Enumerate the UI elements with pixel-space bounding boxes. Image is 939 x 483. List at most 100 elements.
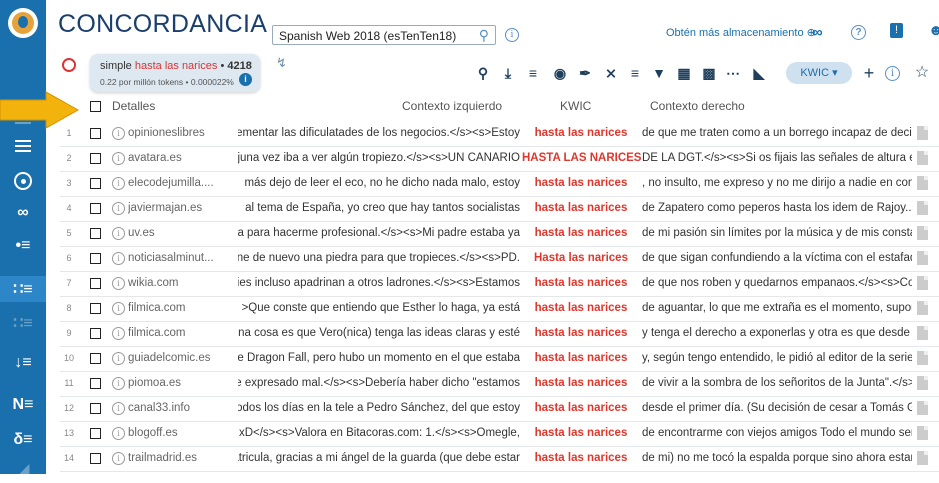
row-info-icon[interactable]: i: [112, 352, 125, 365]
corpus-selector[interactable]: Spanish Web 2018 (esTenTen18) ⚲: [272, 25, 496, 45]
add-icon[interactable]: +: [860, 62, 878, 84]
kwic-match[interactable]: hasta las narices: [522, 352, 640, 364]
keywords-icon[interactable]: δ≡: [0, 427, 46, 453]
filter-icon[interactable]: ▼: [650, 62, 668, 84]
search-icon[interactable]: ⚲: [479, 25, 489, 45]
pin-icon[interactable]: ✒: [576, 62, 594, 84]
help-icon[interactable]: ?: [851, 25, 866, 40]
feedback-icon[interactable]: !: [890, 23, 903, 38]
frequency-icon[interactable]: ◣: [750, 62, 768, 84]
row-checkbox[interactable]: [90, 203, 101, 214]
eye-icon[interactable]: ◉: [551, 62, 569, 84]
kwic-match[interactable]: hasta las narices: [522, 327, 640, 339]
row-checkbox[interactable]: [90, 378, 101, 389]
kwic-match[interactable]: hasta las narices: [522, 177, 640, 189]
row-checkbox[interactable]: [90, 403, 101, 414]
gdex-icon[interactable]: ▦: [675, 62, 693, 84]
link-icon[interactable]: ∞: [812, 24, 823, 41]
copy-icon[interactable]: [917, 126, 928, 140]
chart-icon[interactable]: ◢: [0, 457, 46, 483]
table-row[interactable]: 6 i noticiasalminut... ne de nuevo una pied…: [60, 247, 939, 272]
copy-icon[interactable]: [917, 451, 928, 465]
copy-icon[interactable]: [917, 251, 928, 265]
row-info-icon[interactable]: i: [112, 127, 125, 140]
user-icon[interactable]: ☻: [928, 22, 939, 39]
row-info-icon[interactable]: i: [112, 402, 125, 415]
row-source[interactable]: elecodejumilla....: [128, 177, 236, 189]
copy-icon[interactable]: [917, 176, 928, 190]
copy-icon[interactable]: [917, 151, 928, 165]
row-info-icon[interactable]: i: [112, 427, 125, 440]
row-info-icon[interactable]: i: [112, 202, 125, 215]
concordance-icon[interactable]: ∷≡: [0, 276, 46, 302]
star-icon[interactable]: ☆: [913, 62, 931, 84]
sort-down-icon[interactable]: ↓≡: [0, 350, 46, 376]
kwic-match[interactable]: hasta las narices: [522, 202, 640, 214]
row-source[interactable]: avatara.es: [128, 152, 236, 164]
row-info-icon[interactable]: i: [112, 277, 125, 290]
row-source[interactable]: canal33.info: [128, 402, 236, 414]
row-source[interactable]: trailmadrid.es: [128, 452, 236, 464]
select-all-checkbox[interactable]: [90, 101, 101, 112]
row-checkbox[interactable]: [90, 328, 101, 339]
row-source[interactable]: filmica.com: [128, 327, 236, 339]
row-checkbox[interactable]: [90, 428, 101, 439]
row-info-icon[interactable]: i: [112, 452, 125, 465]
table-row[interactable]: 3 i elecodejumilla.... más dejo de leer el …: [60, 172, 939, 197]
row-info-icon[interactable]: i: [112, 227, 125, 240]
row-source[interactable]: filmica.com: [128, 302, 236, 314]
row-source[interactable]: uv.es: [128, 227, 236, 239]
row-checkbox[interactable]: [90, 453, 101, 464]
more-icon[interactable]: ⋯: [724, 62, 742, 84]
row-source[interactable]: guiadelcomic.es: [128, 352, 236, 364]
copy-icon[interactable]: [917, 326, 928, 340]
stop-icon[interactable]: [62, 58, 76, 72]
table-row[interactable]: 12 i canal33.info odos los días en la tele …: [60, 397, 939, 422]
wordlist-icon[interactable]: •≡: [0, 233, 46, 259]
row-source[interactable]: noticiasalminut...: [128, 252, 236, 264]
table-row[interactable]: 13 i blogoff.es xD</s><s>Valora en Bitacora…: [60, 422, 939, 447]
row-info-icon[interactable]: i: [112, 377, 125, 390]
row-checkbox[interactable]: [90, 253, 101, 264]
table-row[interactable]: 8 i filmica.com >Que conste que entiendo qu…: [60, 297, 939, 322]
collocations-icon[interactable]: ▩: [700, 62, 718, 84]
corpus-info-icon[interactable]: i: [505, 28, 519, 42]
toolbar-info-icon[interactable]: i: [885, 66, 900, 81]
query-info-icon[interactable]: i: [239, 73, 252, 86]
row-checkbox[interactable]: [90, 303, 101, 314]
shuffle-icon[interactable]: ⨯: [602, 62, 620, 84]
table-row[interactable]: 14 i trailmadrid.es atricula, gracias a mi …: [60, 447, 939, 472]
target-icon[interactable]: [0, 168, 46, 194]
row-source[interactable]: javiermajan.es: [128, 202, 236, 214]
parallel-concordance-icon[interactable]: ∷≡: [0, 310, 46, 336]
row-info-icon[interactable]: i: [112, 177, 125, 190]
kwic-match[interactable]: hasta las narices: [522, 302, 640, 314]
sort-icon[interactable]: ≡: [626, 62, 644, 84]
copy-icon[interactable]: [917, 401, 928, 415]
table-row[interactable]: 4 i javiermajan.es al tema de España, yo cr…: [60, 197, 939, 222]
copy-icon[interactable]: [917, 351, 928, 365]
row-checkbox[interactable]: [90, 178, 101, 189]
copy-icon[interactable]: [917, 376, 928, 390]
query-badge[interactable]: simple hasta las narices • 4218 0.22 por…: [90, 54, 260, 92]
row-info-icon[interactable]: i: [112, 152, 125, 165]
table-row[interactable]: 10 i guiadelcomic.es e Dragon Fall, pero hu…: [60, 347, 939, 372]
table-row[interactable]: 5 i uv.es a para hacerme profesional.</s><s…: [60, 222, 939, 247]
row-info-icon[interactable]: i: [112, 327, 125, 340]
kwic-match[interactable]: hasta las narices: [522, 452, 640, 464]
kwic-match[interactable]: hasta las narices: [522, 127, 640, 139]
kwic-match[interactable]: hasta las narices: [522, 402, 640, 414]
copy-icon[interactable]: [917, 276, 928, 290]
row-checkbox[interactable]: [90, 228, 101, 239]
row-source[interactable]: wikia.com: [128, 277, 236, 289]
download-icon[interactable]: ⤓: [499, 62, 517, 84]
flash-icon[interactable]: ↯: [276, 55, 287, 71]
list-view-icon[interactable]: [0, 133, 46, 159]
table-row[interactable]: 1 i opinioneslibres ementar las dificulatad…: [60, 122, 939, 147]
table-row[interactable]: 11 i piomoa.es e expresado mal.</s><s>Deber…: [60, 372, 939, 397]
row-source[interactable]: piomoa.es: [128, 377, 236, 389]
copy-icon[interactable]: [917, 226, 928, 240]
row-checkbox[interactable]: [90, 353, 101, 364]
row-source[interactable]: opinioneslibres: [128, 127, 236, 139]
view-mode-dropdown[interactable]: KWIC ▾: [786, 62, 852, 84]
